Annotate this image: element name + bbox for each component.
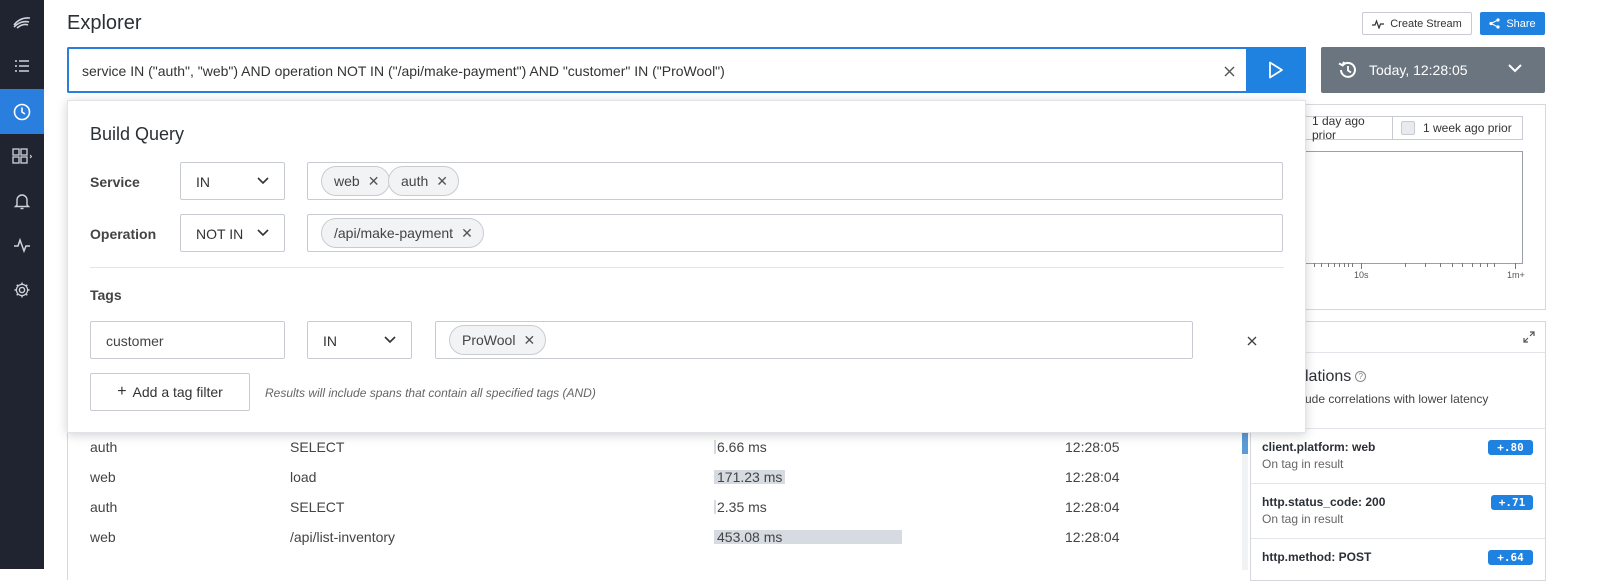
chevron-down-icon <box>1508 64 1522 73</box>
build-query-title: Build Query <box>90 124 185 144</box>
row-operation: /api/list-inventory <box>290 529 396 545</box>
compare-day-toggle[interactable]: 1 day ago prior <box>1300 114 1393 142</box>
service-values-input[interactable]: web ✕ auth ✕ <box>307 162 1283 200</box>
query-text: service IN ("auth", "web") AND operation… <box>82 63 725 79</box>
row-time: 12:28:04 <box>1065 469 1120 485</box>
histogram-chart <box>1300 151 1523 264</box>
operation-values-input[interactable]: /api/make-payment ✕ <box>307 214 1283 252</box>
build-query-dropdown: Build Query Service IN web ✕ auth ✕ Operat… <box>67 100 1306 433</box>
chevron-down-icon <box>257 177 269 185</box>
value-chip: web ✕ <box>321 166 391 196</box>
page-title: Explorer <box>67 12 142 34</box>
row-time: 12:28:04 <box>1065 499 1120 515</box>
operation-label: Operation <box>90 226 157 242</box>
time-picker-label: Today, 12:28:05 <box>1369 62 1468 78</box>
row-operation: SELECT <box>290 439 345 455</box>
row-duration: 171.23 ms <box>717 469 783 485</box>
compare-week-label: 1 week ago prior <box>1423 121 1512 135</box>
add-tag-filter-button[interactable]: + Add a tag filter <box>90 373 250 411</box>
pulse-icon <box>1372 18 1385 29</box>
chevron-down-icon <box>257 229 269 237</box>
service-operator-select[interactable]: IN <box>180 162 285 200</box>
correlations-subtitle: ude correlations with lower latency <box>1305 392 1489 406</box>
row-duration: 453.08 ms <box>717 529 783 545</box>
correlation-name[interactable]: http.method: POST <box>1262 550 1371 564</box>
tag-operator-select[interactable]: IN <box>307 321 412 359</box>
share-icon <box>1489 18 1500 29</box>
row-duration: 2.35 ms <box>717 499 767 515</box>
row-service: web <box>90 469 116 485</box>
checkbox[interactable] <box>1401 121 1415 135</box>
remove-chip-icon[interactable]: ✕ <box>368 173 380 190</box>
sidebar <box>0 0 44 569</box>
correlation-score-badge: +.80 <box>1488 440 1533 455</box>
list-icon[interactable] <box>0 44 44 88</box>
correlations-title: lations? <box>1305 368 1367 386</box>
row-service: auth <box>90 439 118 455</box>
share-button[interactable]: Share <box>1480 12 1545 35</box>
duration-bar <box>714 440 716 454</box>
compare-day-label: 1 day ago prior <box>1312 114 1365 142</box>
value-chip: auth ✕ <box>388 166 459 196</box>
dashboard-grid-icon[interactable] <box>0 134 44 178</box>
value-chip: ProWool ✕ <box>449 325 547 355</box>
tags-label: Tags <box>90 287 122 303</box>
row-time: 12:28:04 <box>1065 529 1120 545</box>
settings-gear-icon[interactable] <box>0 268 44 312</box>
tag-values-input[interactable]: ProWool ✕ <box>435 321 1193 359</box>
tag-key-input[interactable]: customer <box>90 321 285 359</box>
remove-chip-icon[interactable]: ✕ <box>436 173 448 190</box>
operation-operator-select[interactable]: NOT IN <box>180 214 285 252</box>
help-icon[interactable]: ? <box>1355 371 1367 383</box>
remove-chip-icon[interactable]: ✕ <box>461 225 473 242</box>
time-picker[interactable]: Today, 12:28:05 <box>1321 47 1545 93</box>
divider <box>90 267 1284 268</box>
row-operation: SELECT <box>290 499 345 515</box>
clock-icon[interactable] <box>0 89 44 134</box>
create-stream-button[interactable]: Create Stream <box>1362 12 1472 35</box>
compare-week-toggle[interactable]: 1 week ago prior <box>1392 116 1523 140</box>
row-service: web <box>90 529 116 545</box>
share-label: Share <box>1506 17 1536 30</box>
axis-tick-label: 1m+ <box>1507 270 1525 280</box>
run-query-button[interactable] <box>1246 47 1306 93</box>
tag-filter-hint: Results will include spans that contain … <box>265 386 596 400</box>
duration-bar <box>714 500 716 514</box>
chevron-down-icon <box>384 336 396 344</box>
results-scrollbar[interactable] <box>1242 420 1248 570</box>
play-icon <box>1269 61 1283 79</box>
correlation-name[interactable]: client.platform: web <box>1262 440 1375 454</box>
correlation-score-badge: +.71 <box>1491 495 1533 510</box>
service-label: Service <box>90 174 140 190</box>
correlation-desc: On tag in result <box>1262 457 1344 471</box>
history-icon <box>1338 61 1356 78</box>
activity-pulse-icon[interactable] <box>0 223 44 267</box>
row-service: auth <box>90 499 118 515</box>
clear-query-icon[interactable] <box>1219 61 1239 81</box>
value-chip: /api/make-payment ✕ <box>321 218 484 248</box>
remove-chip-icon[interactable]: ✕ <box>523 332 535 349</box>
logo-icon[interactable] <box>0 0 44 44</box>
create-stream-label: Create Stream <box>1390 17 1462 30</box>
remove-tag-filter-icon[interactable] <box>1242 331 1262 351</box>
bell-icon[interactable] <box>0 179 44 223</box>
expand-icon[interactable] <box>1523 331 1535 343</box>
row-duration: 6.66 ms <box>717 439 767 455</box>
correlation-score-badge: +.64 <box>1488 550 1533 565</box>
correlation-name[interactable]: http.status_code: 200 <box>1262 495 1385 509</box>
axis-tick-label: 10s <box>1354 270 1369 280</box>
row-operation: load <box>290 469 317 485</box>
row-time: 12:28:05 <box>1065 439 1120 455</box>
plus-icon: + <box>117 383 127 400</box>
correlation-desc: On tag in result <box>1262 512 1344 526</box>
query-input[interactable]: service IN ("auth", "web") AND operation… <box>67 47 1247 93</box>
